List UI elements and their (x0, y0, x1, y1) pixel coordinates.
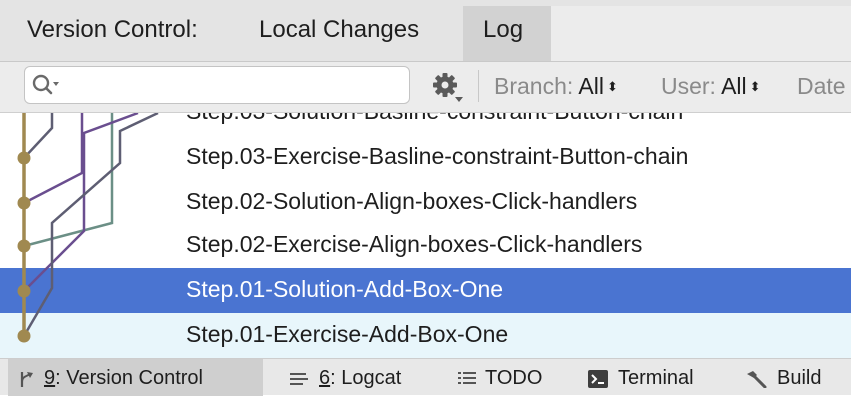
commit-message: Step.03-Exercise-Basline-constraint-Butt… (186, 143, 689, 169)
terminal-icon (588, 370, 608, 388)
tool-button-version-control[interactable]: 9: Version Control (8, 359, 263, 396)
commit-log[interactable]: Step.03-Solution-Basline-constraint-Butt… (0, 113, 851, 358)
tool-label: TODO (485, 367, 543, 389)
date-filter[interactable]: Date (797, 73, 846, 100)
gear-icon[interactable] (430, 70, 464, 104)
user-filter[interactable]: User: All ⬍ (661, 73, 761, 100)
commit-message: Step.01-Solution-Add-Box-One (186, 276, 504, 302)
tool-button-build[interactable]: Build (743, 359, 843, 396)
tool-number: 9 (44, 367, 56, 389)
todo-icon (458, 372, 476, 384)
commit-message: Step.02-Solution-Align-boxes-Click-handl… (186, 188, 638, 214)
branch-filter-value: All (578, 73, 604, 99)
date-filter-label: Date (797, 73, 846, 99)
toolbar-separator (478, 70, 479, 102)
branch-filter[interactable]: Branch: All ⬍ (494, 73, 618, 100)
tool-window-header: Version Control: Local Changes Log (0, 0, 851, 62)
updown-arrow-icon: ⬍ (749, 79, 761, 94)
tool-button-todo[interactable]: TODO (455, 359, 565, 396)
tool-window-bar: 9: Version Control 6: Logcat TODO Termin… (0, 358, 851, 396)
tab-log[interactable]: Log (463, 6, 551, 61)
logcat-icon (290, 373, 308, 385)
tool-label: Build (777, 367, 822, 389)
tool-button-logcat[interactable]: 6: Logcat (285, 359, 435, 396)
commit-graph (17, 113, 159, 343)
search-input[interactable] (24, 66, 410, 104)
tab-log-label: Log (483, 16, 524, 43)
header-empty-area (551, 6, 851, 61)
commit-message: Step.01-Exercise-Add-Box-One (186, 321, 509, 347)
tool-label: : Logcat (330, 367, 402, 389)
log-filter-toolbar: Branch: All ⬍ User: All ⬍ Date (0, 62, 851, 113)
branch-filter-label: Branch: (494, 73, 574, 99)
build-icon (747, 371, 767, 388)
user-filter-value: All (721, 73, 747, 99)
version-control-icon (20, 372, 33, 387)
tool-label: : Version Control (55, 367, 203, 389)
tool-number: 6 (319, 367, 331, 389)
updown-arrow-icon: ⬍ (606, 79, 618, 94)
commit-message: Step.02-Exercise-Align-boxes-Click-handl… (186, 231, 643, 257)
commit-message: Step.03-Solution-Basline-constraint-Butt… (186, 113, 683, 125)
tool-label: Terminal (618, 367, 694, 389)
tab-local-changes[interactable]: Local Changes (259, 16, 419, 44)
tool-button-terminal[interactable]: Terminal (586, 359, 721, 396)
tool-window-title: Version Control: (27, 16, 198, 43)
user-filter-label: User: (661, 73, 716, 99)
search-icon[interactable] (31, 72, 61, 98)
